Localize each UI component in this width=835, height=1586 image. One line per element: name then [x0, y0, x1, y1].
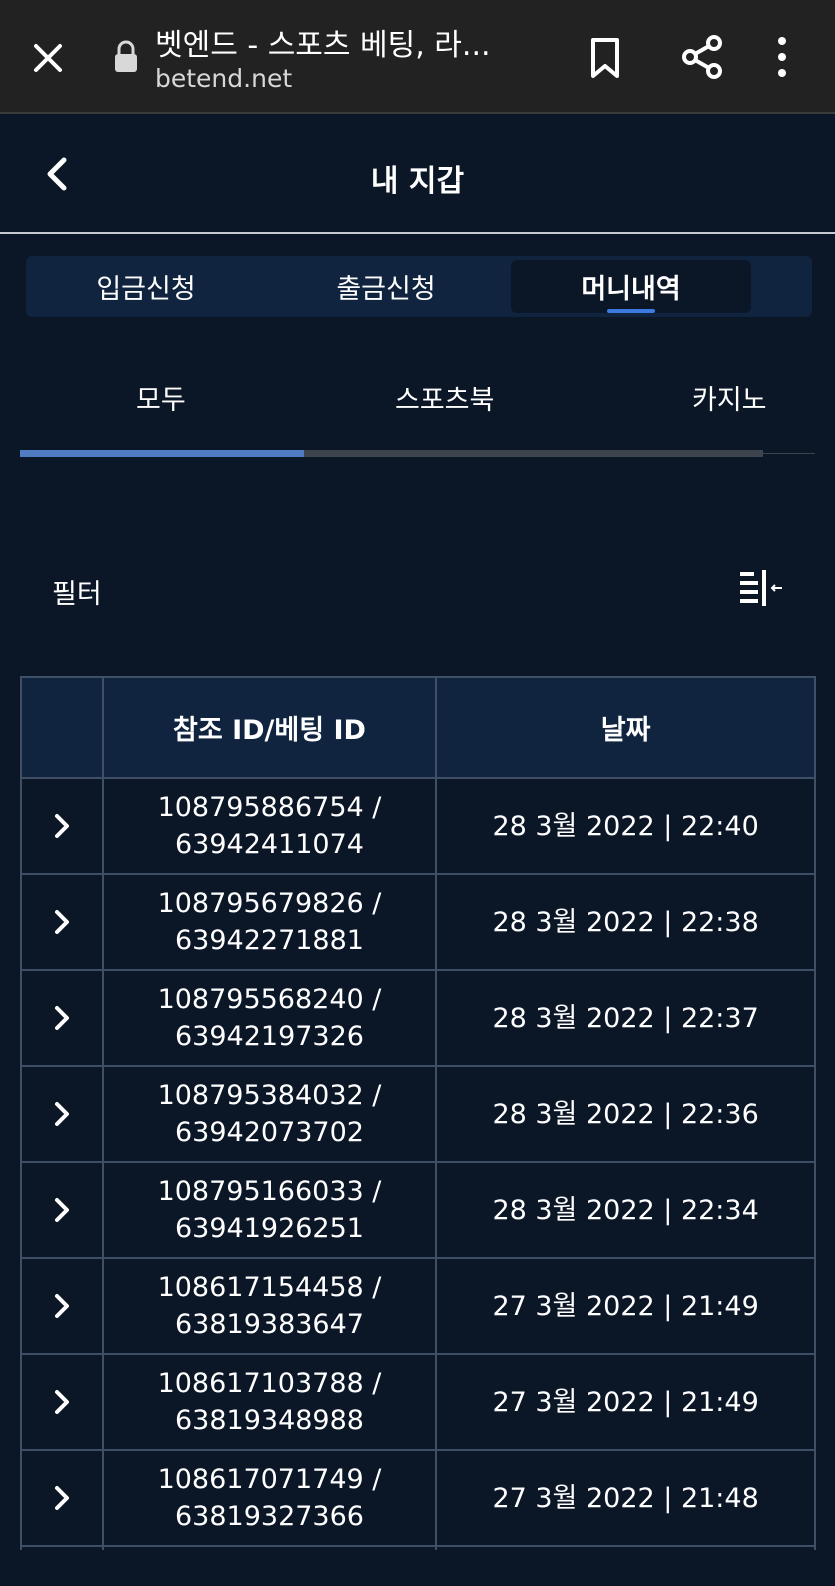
date-cell: 27 3월 2022 | 21:48: [435, 1449, 816, 1547]
share-icon[interactable]: [680, 34, 724, 80]
date-cell: 28 3월 2022 | 22:38: [435, 873, 816, 971]
tab-casino[interactable]: 카지노: [692, 378, 767, 417]
ref-bet-id-cell: 108795166033 / 63941926251: [101, 1161, 438, 1259]
reference-id: 108617154458 /: [157, 1272, 382, 1303]
row-expand-cell[interactable]: [20, 873, 104, 971]
browser-toolbar: 벳엔드 - 스포츠 베팅, 라... betend.net: [0, 0, 835, 114]
table-row[interactable]: 108795384032 / 63942073702 28 3월 2022 | 22…: [20, 1065, 816, 1163]
ref-bet-id-cell: 108795886754 / 63942411074: [101, 777, 438, 875]
row-expand-cell[interactable]: [20, 777, 104, 875]
date-cell: 27 3월 2022 | 21:49: [435, 1353, 816, 1451]
browser-url[interactable]: betend.net: [155, 64, 292, 93]
date-cell: 28 3월 2022 | 22:37: [435, 969, 816, 1067]
category-tabs: 모두 스포츠북 카지노: [20, 370, 815, 460]
bet-id: 63819348988: [175, 1405, 364, 1436]
date-cell: 28 3월 2022 | 22:36: [435, 1065, 816, 1163]
ref-bet-id-cell: 108617071749 / 63819327366: [101, 1449, 438, 1547]
bet-id: 63941926251: [175, 1213, 364, 1244]
reference-id: 108795166033 /: [157, 1176, 382, 1207]
history-table: 참조 ID/베팅 ID 날짜 108795886754 / 63942411074…: [20, 676, 816, 1550]
history-table-container: 참조 ID/베팅 ID 날짜 108795886754 / 63942411074…: [0, 676, 835, 1550]
table-row[interactable]: 108795568240 / 63942197326 28 3월 2022 | 22…: [20, 969, 816, 1067]
table-row[interactable]: 108617103788 / 63819348988 27 3월 2022 | 21…: [20, 1353, 816, 1451]
more-options-icon[interactable]: [772, 34, 792, 80]
bet-id: 63942411074: [175, 829, 364, 860]
bet-id: 63942073702: [175, 1117, 364, 1148]
chevron-right-icon[interactable]: [52, 1004, 72, 1032]
table-row[interactable]: 108795886754 / 63942411074 28 3월 2022 | 22…: [20, 777, 816, 875]
chevron-right-icon[interactable]: [52, 1100, 72, 1128]
date-cell: 28 3월 2022 | 22:40: [435, 777, 816, 875]
table-header-row: 참조 ID/베팅 ID 날짜: [20, 676, 816, 779]
page-header: 내 지갑: [0, 116, 835, 234]
tab-withdraw[interactable]: 출금신청: [266, 260, 506, 313]
filter-label[interactable]: 필터: [52, 572, 102, 611]
chevron-right-icon[interactable]: [52, 1388, 72, 1416]
row-expand-cell[interactable]: [20, 1545, 104, 1550]
row-expand-cell[interactable]: [20, 1449, 104, 1547]
ref-bet-id-cell: [101, 1545, 438, 1550]
reference-id: 108617071749 /: [157, 1464, 382, 1495]
ref-bet-id-cell: 108795679826 / 63942271881: [101, 873, 438, 971]
tab-active-indicator: [20, 450, 304, 457]
table-row[interactable]: 108617071749 / 63819327366 27 3월 2022 | 21…: [20, 1449, 816, 1547]
row-expand-cell[interactable]: [20, 1161, 104, 1259]
reference-id: 108795886754 /: [157, 792, 382, 823]
table-row[interactable]: [20, 1545, 816, 1550]
ref-bet-id-cell: 108795568240 / 63942197326: [101, 969, 438, 1067]
active-tab-indicator: [607, 309, 655, 313]
date-cell: 27 3월 2022 | 21:49: [435, 1257, 816, 1355]
bet-id: 63819327366: [175, 1501, 364, 1532]
chevron-right-icon[interactable]: [52, 908, 72, 936]
table-row[interactable]: 108795679826 / 63942271881 28 3월 2022 | 22…: [20, 873, 816, 971]
tab-all[interactable]: 모두: [136, 378, 186, 417]
ref-bet-id-cell: 108617103788 / 63819348988: [101, 1353, 438, 1451]
table-row[interactable]: 108795166033 / 63941926251 28 3월 2022 | 22…: [20, 1161, 816, 1259]
tab-track-divider: [763, 453, 815, 454]
chevron-right-icon[interactable]: [52, 1292, 72, 1320]
chevron-right-icon[interactable]: [52, 1484, 72, 1512]
wallet-tabs: 입금신청 출금신청 머니내역: [26, 256, 812, 317]
bookmark-icon[interactable]: [585, 36, 625, 80]
browser-page-title[interactable]: 벳엔드 - 스포츠 베팅, 라...: [155, 20, 555, 64]
bet-id: 63942271881: [175, 925, 364, 956]
header-date: 날짜: [435, 676, 816, 779]
reference-id: 108795679826 /: [157, 888, 382, 919]
chevron-right-icon[interactable]: [52, 812, 72, 840]
tab-money-history-label: 머니내역: [581, 274, 681, 305]
lock-icon: [115, 40, 137, 72]
reference-id: 108795384032 /: [157, 1080, 382, 1111]
reference-id: 108795568240 /: [157, 984, 382, 1015]
header-expand: [20, 676, 104, 779]
tab-money-history[interactable]: 머니내역: [511, 260, 751, 313]
close-icon[interactable]: [28, 38, 68, 78]
header-ref-bet-id: 참조 ID/베팅 ID: [101, 676, 438, 779]
chevron-right-icon[interactable]: [52, 1196, 72, 1224]
date-cell: 28 3월 2022 | 22:34: [435, 1161, 816, 1259]
bet-id: 63819383647: [175, 1309, 364, 1340]
filter-icon[interactable]: [740, 568, 784, 608]
table-row[interactable]: 108617154458 / 63819383647 27 3월 2022 | 21…: [20, 1257, 816, 1355]
ref-bet-id-cell: 108617154458 / 63819383647: [101, 1257, 438, 1355]
tab-deposit[interactable]: 입금신청: [26, 260, 266, 313]
date-cell: [435, 1545, 816, 1550]
tab-sportsbook[interactable]: 스포츠북: [395, 378, 494, 417]
row-expand-cell[interactable]: [20, 969, 104, 1067]
bet-id: 63942197326: [175, 1021, 364, 1052]
ref-bet-id-cell: 108795384032 / 63942073702: [101, 1065, 438, 1163]
row-expand-cell[interactable]: [20, 1257, 104, 1355]
row-expand-cell[interactable]: [20, 1353, 104, 1451]
page-title: 내 지갑: [370, 164, 465, 199]
reference-id: 108617103788 /: [157, 1368, 382, 1399]
row-expand-cell[interactable]: [20, 1065, 104, 1163]
